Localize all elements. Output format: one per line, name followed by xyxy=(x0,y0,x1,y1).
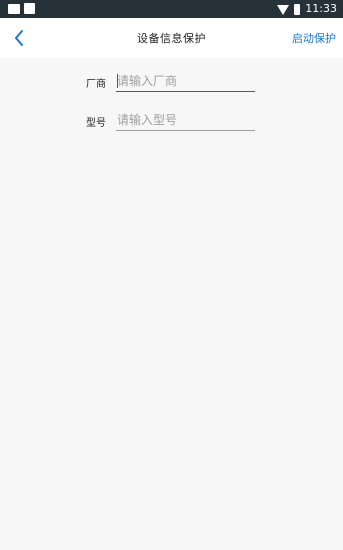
status-bar: 11:33 xyxy=(0,0,343,18)
start-protection-button[interactable]: 启动保护 xyxy=(292,30,336,46)
manufacturer-label: 厂商 xyxy=(86,79,106,90)
manufacturer-input[interactable] xyxy=(116,71,255,92)
form-row-manufacturer: 厂商 xyxy=(0,71,343,93)
model-label: 型号 xyxy=(86,118,106,129)
notification-icon xyxy=(24,3,35,14)
form-row-model: 型号 xyxy=(0,110,343,132)
notification-icon xyxy=(8,3,20,14)
status-notifications xyxy=(8,3,35,14)
battery-icon xyxy=(294,3,301,15)
status-system: 11:33 xyxy=(277,1,337,17)
wifi-icon xyxy=(277,4,290,15)
text-caret xyxy=(117,74,118,88)
status-time: 11:33 xyxy=(305,2,337,15)
navigation-bar: 设备信息保护 启动保护 xyxy=(0,18,343,58)
model-input[interactable] xyxy=(116,110,255,131)
